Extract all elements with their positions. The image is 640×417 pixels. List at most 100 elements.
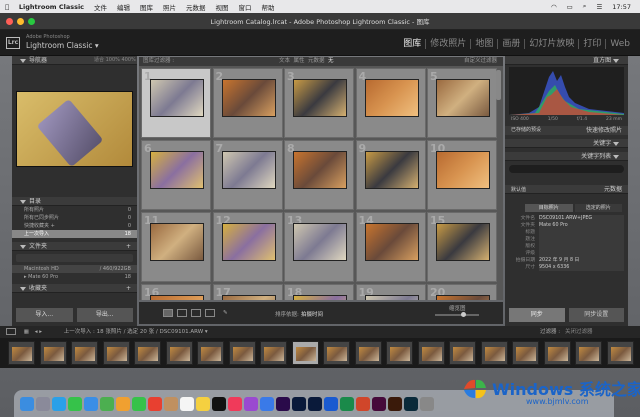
grid-cell[interactable]: 11 <box>141 212 211 282</box>
photos-icon[interactable] <box>116 396 130 411</box>
menu-window[interactable]: 窗口 <box>239 2 252 12</box>
reminders-icon[interactable] <box>180 396 194 411</box>
chevron-down-icon[interactable]: ▾ <box>95 41 99 50</box>
import-button[interactable]: 导入... <box>16 308 73 322</box>
photo-thumbnail[interactable] <box>364 79 419 117</box>
wifi-icon[interactable]: ◠ <box>551 3 557 11</box>
filmstrip-thumbnail[interactable] <box>512 341 539 365</box>
metadata-preset[interactable]: 默认值 <box>511 187 526 193</box>
filmstrip-thumbnail[interactable] <box>323 341 350 365</box>
ai-icon[interactable] <box>388 396 402 411</box>
grid-cell[interactable]: 8 <box>284 140 354 210</box>
photo-thumbnail[interactable] <box>293 151 347 189</box>
grid-cell[interactable]: 12 <box>212 212 283 282</box>
sync-button[interactable]: 同步 <box>509 308 565 322</box>
photo-thumbnail[interactable] <box>150 223 204 261</box>
filmstrip-thumbnail[interactable] <box>71 341 98 365</box>
grid-cell[interactable]: 9 <box>355 140 426 210</box>
catalog-item[interactable]: 所有照片 0 <box>12 206 137 214</box>
export-button[interactable]: 导出... <box>76 308 133 322</box>
menu-file[interactable]: 文件 <box>94 2 107 12</box>
filmstrip-thumbnail[interactable] <box>449 341 476 365</box>
ppt-icon[interactable] <box>356 396 370 411</box>
photo-thumbnail[interactable] <box>221 151 276 189</box>
finder-icon[interactable] <box>20 396 34 411</box>
store-icon[interactable] <box>260 396 274 411</box>
collections-header[interactable]: 收藏夹 + <box>12 284 137 293</box>
filter-text[interactable]: 文本 <box>279 58 290 64</box>
minimize-icon[interactable] <box>17 18 24 25</box>
facetime-icon[interactable] <box>132 396 146 411</box>
trash-icon[interactable] <box>420 396 434 411</box>
photo-thumbnail[interactable] <box>364 151 419 189</box>
search-icon[interactable]: ⌕ <box>583 2 587 11</box>
filmstrip-thumbnail[interactable] <box>386 341 413 365</box>
navigator-preview[interactable] <box>16 91 133 168</box>
forward-icon[interactable]: ▸ <box>39 329 42 335</box>
filter-metadata[interactable]: 元数据 <box>308 58 325 64</box>
excel-icon[interactable] <box>340 396 354 411</box>
safari-icon[interactable] <box>52 396 66 411</box>
lr-icon[interactable] <box>308 396 322 411</box>
nav-fit[interactable]: 适合 <box>94 57 104 63</box>
module-print[interactable]: 打印 <box>579 39 607 49</box>
catalog-header[interactable]: 目录 <box>12 197 137 206</box>
photo-thumbnail[interactable] <box>221 79 276 117</box>
calendar-icon[interactable] <box>148 396 162 411</box>
grid-cell[interactable]: 10 <box>427 140 497 210</box>
module-book[interactable]: 画册 <box>498 39 526 49</box>
grid-toggle-icon[interactable]: ▦ <box>24 329 29 335</box>
quick-develop-header[interactable]: 快速修改照片 <box>586 126 622 135</box>
painter-icon[interactable]: ✎ <box>223 310 228 316</box>
add-collection-icon[interactable]: + <box>126 284 131 293</box>
grid-cell[interactable]: 6 <box>141 140 211 210</box>
second-window-icon[interactable] <box>6 328 16 335</box>
grid-cell[interactable]: 14 <box>355 212 426 282</box>
sync-settings-button[interactable]: 同步设置 <box>568 308 624 322</box>
photo-thumbnail[interactable] <box>293 223 347 261</box>
grid-cell[interactable]: 20 <box>427 284 497 300</box>
grid-cell[interactable]: 5 <box>427 68 497 138</box>
grid-cell[interactable]: 1 <box>141 68 211 138</box>
photo-thumbnail[interactable] <box>221 295 276 300</box>
folder-item[interactable]: ▸ Mate 60 Pro 18 <box>12 273 137 281</box>
maps-icon[interactable] <box>100 396 114 411</box>
metadata-value[interactable] <box>539 236 624 243</box>
metadata-value[interactable] <box>539 229 624 236</box>
metadata-value[interactable] <box>539 243 624 250</box>
grid-cell[interactable]: 2 <box>212 68 283 138</box>
catalog-item[interactable]: 所有已同步照片 0 <box>12 214 137 222</box>
grid-cell[interactable]: 19 <box>355 284 426 300</box>
nav-400[interactable]: 400% <box>122 57 136 63</box>
tv-icon[interactable] <box>212 396 226 411</box>
photo-thumbnail[interactable] <box>293 295 347 300</box>
word-icon[interactable] <box>324 396 338 411</box>
music-icon[interactable] <box>228 396 242 411</box>
menu-view[interactable]: 视图 <box>216 2 229 12</box>
module-web[interactable]: Web <box>606 39 634 49</box>
filmstrip-thumbnail[interactable] <box>165 341 193 365</box>
thumbnail-slider-handle[interactable] <box>461 312 466 317</box>
keyword-filter-input[interactable] <box>509 165 624 173</box>
grid-cell[interactable]: 15 <box>427 212 497 282</box>
add-folder-icon[interactable]: + <box>126 242 131 251</box>
keyword-list-header[interactable]: 关键字列表 <box>505 152 628 161</box>
filmstrip-thumbnail[interactable] <box>39 341 67 365</box>
folders-header[interactable]: 文件夹 + <box>12 242 137 251</box>
photo-thumbnail[interactable] <box>436 151 490 189</box>
grid-cell[interactable]: 18 <box>284 284 354 300</box>
photo-thumbnail[interactable] <box>364 223 419 261</box>
metadata-value[interactable]: 2022 年 9 月 8 日 <box>539 257 624 264</box>
sort-dropdown[interactable]: 拍摄时间 <box>301 310 323 318</box>
photo-thumbnail[interactable] <box>221 223 276 261</box>
filter-attribute[interactable]: 属性 <box>294 58 305 64</box>
module-library[interactable]: 图库 <box>399 39 427 49</box>
apple-icon[interactable]:  <box>5 3 9 11</box>
photo-thumbnail[interactable] <box>436 79 490 117</box>
launchpad-icon[interactable] <box>36 396 50 411</box>
filmstrip-thumbnail[interactable] <box>417 341 445 365</box>
grid-cell[interactable]: 3 <box>284 68 354 138</box>
filmstrip-thumbnail[interactable] <box>480 341 508 365</box>
metadata-header[interactable]: 默认值 元数据 <box>505 185 628 194</box>
filmstrip-thumbnail[interactable] <box>228 341 256 365</box>
